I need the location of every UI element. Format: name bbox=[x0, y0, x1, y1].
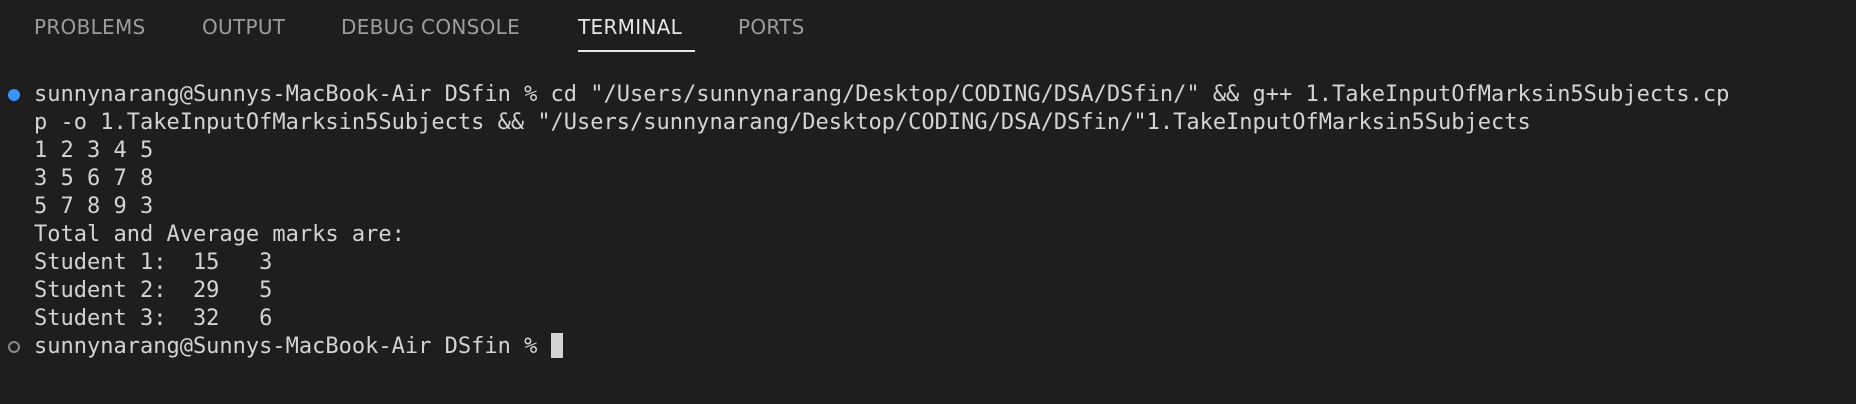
terminal-prompt: sunnynarang@Sunnys-MacBook-Air DSfin % bbox=[34, 334, 538, 359]
terminal-line: Total and Average marks are: bbox=[34, 222, 405, 247]
tab-terminal[interactable]: TERMINAL bbox=[578, 12, 682, 42]
terminal-line: sunnynarang@Sunnys-MacBook-Air DSfin % c… bbox=[34, 82, 1730, 107]
terminal-prompt-line: sunnynarang@Sunnys-MacBook-Air DSfin % bbox=[34, 333, 564, 361]
command-idle-dot-icon[interactable] bbox=[8, 341, 20, 353]
terminal-line: 1 2 3 4 5 bbox=[34, 138, 154, 163]
terminal-line: 5 7 8 9 3 bbox=[34, 194, 154, 219]
tab-problems[interactable]: PROBLEMS bbox=[34, 12, 146, 42]
tab-ports[interactable]: PORTS bbox=[738, 12, 805, 42]
terminal-line: 3 5 6 7 8 bbox=[34, 166, 154, 191]
tab-output[interactable]: OUTPUT bbox=[202, 12, 285, 42]
terminal-cursor bbox=[551, 333, 564, 358]
terminal-line: Student 1: 15 3 bbox=[34, 250, 273, 275]
terminal-line: p -o 1.TakeInputOfMarksin5Subjects && "/… bbox=[34, 110, 1531, 135]
terminal-line: Student 2: 29 5 bbox=[34, 278, 273, 303]
tab-debug-console[interactable]: DEBUG CONSOLE bbox=[341, 12, 520, 42]
command-success-dot-icon[interactable] bbox=[8, 89, 20, 101]
panel-tab-bar: PROBLEMS OUTPUT DEBUG CONSOLE TERMINAL P… bbox=[0, 0, 1856, 52]
terminal-line: Student 3: 32 6 bbox=[34, 306, 273, 331]
terminal-output[interactable]: sunnynarang@Sunnys-MacBook-Air DSfin % c… bbox=[0, 81, 1856, 381]
active-tab-indicator bbox=[578, 50, 695, 52]
